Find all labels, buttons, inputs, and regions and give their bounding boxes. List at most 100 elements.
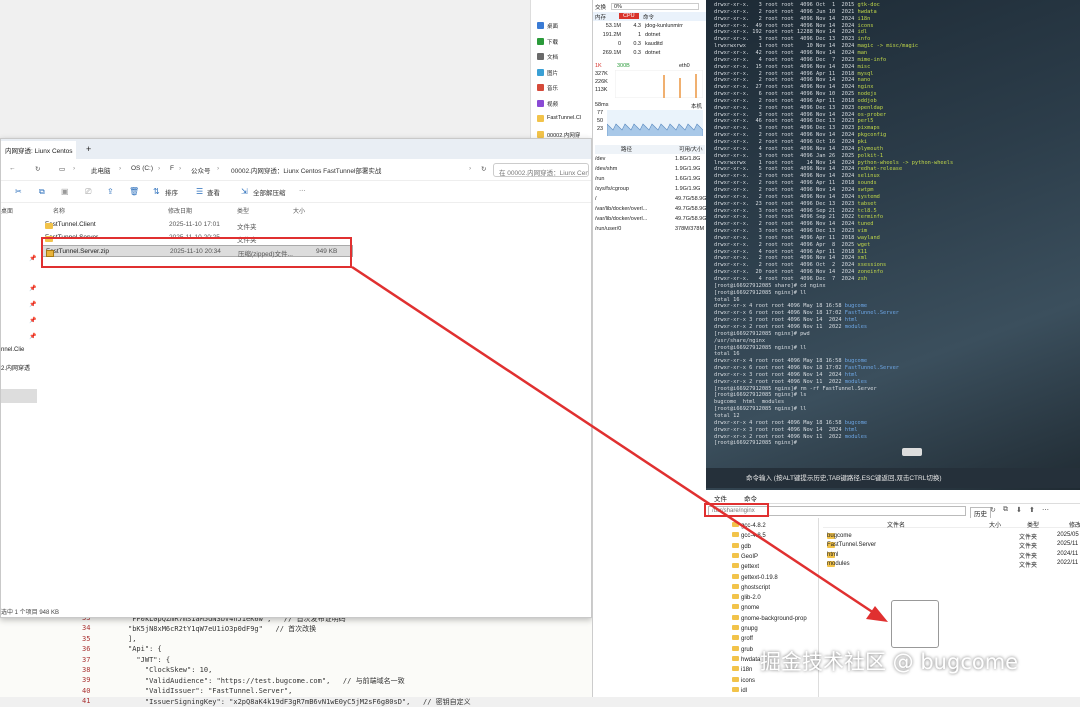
refresh-address-icon[interactable]: ↻ xyxy=(481,165,486,173)
col-type[interactable]: 类型 xyxy=(237,206,249,215)
tree-folder[interactable]: grub xyxy=(732,645,753,653)
terminal-line: drwxr-xr-x. 23 root root 4096 Dec 13 202… xyxy=(714,200,877,207)
address-bar[interactable]: ← ↻ ▭ › 此电脑 › OS (C:) › F › 公众号 › 00002.… xyxy=(1,159,591,181)
copy-icon[interactable]: ⧉ xyxy=(39,187,45,197)
tree-folder[interactable]: ghostscript xyxy=(732,583,770,591)
terminal-line: [root@i66927912085 nginx]# pwd xyxy=(714,330,810,337)
terminal-line: drwxr-xr-x. 2 root root 4096 Nov 14 2024… xyxy=(714,255,868,262)
command-input-hint[interactable]: 命令输入 (按ALT键提示历史,TAB键路径,ESC键返回,双击CTRL切换) xyxy=(706,468,1080,488)
tree-folder[interactable]: gnome-background-prop xyxy=(732,614,807,622)
tree-folder[interactable]: hwdata xyxy=(732,655,760,663)
tree-folder[interactable]: icons xyxy=(732,676,755,684)
tree-folder[interactable]: GeoIP xyxy=(732,552,758,560)
terminal-line: drwxr-xr-x. 5 root root 4096 Nov 14 2024… xyxy=(714,166,903,173)
nav-item-folder[interactable]: 2.内网穿透 xyxy=(1,363,30,372)
quick-access-item[interactable]: FastTunnel.Cl xyxy=(537,115,581,122)
tree-folder[interactable]: glib-2.0 xyxy=(732,594,761,601)
col-filesize[interactable]: 大小 xyxy=(989,520,1001,529)
fs-path: /run xyxy=(595,176,605,182)
col-size[interactable]: 大小 xyxy=(293,206,305,215)
tab-commands[interactable]: 命令 xyxy=(744,493,757,503)
new-tab-button[interactable]: + xyxy=(86,144,91,154)
remote-file-row[interactable]: bugcome 文件夹 2025/05 xyxy=(823,531,1080,541)
more-icon[interactable]: ⋯ xyxy=(1042,506,1049,514)
tree-folder[interactable]: idl xyxy=(732,686,747,694)
refresh-icon[interactable]: ↻ xyxy=(990,506,996,514)
mem-header[interactable]: 内存 xyxy=(595,13,606,21)
breadcrumb-2[interactable]: F xyxy=(170,165,174,172)
quick-access-item[interactable]: 桌面 xyxy=(537,22,558,30)
cut-icon[interactable]: ✂ xyxy=(15,187,22,196)
refresh-icon[interactable]: ↻ xyxy=(35,165,40,173)
terminal-line: total 16 xyxy=(714,296,740,303)
tree-folder[interactable]: gcc-4.8.2 xyxy=(732,522,766,529)
quick-access-item[interactable]: 图片 xyxy=(537,68,558,77)
quick-access-item[interactable]: 音乐 xyxy=(537,84,558,92)
code-line: "JWT": { xyxy=(128,655,171,664)
process-row[interactable]: 269.1M 0.3 dotnet xyxy=(593,49,707,58)
latency-host[interactable]: 本机 xyxy=(691,102,702,110)
folder-icon xyxy=(45,223,53,229)
tree-folder[interactable]: groff xyxy=(732,635,753,642)
more-button[interactable]: ··· xyxy=(299,187,306,194)
tree-folder[interactable]: gdb xyxy=(732,542,751,550)
back-icon[interactable]: ← xyxy=(9,165,16,172)
terminal-line: drwxr-xr-x 4 root root 4096 May 18 16:58… xyxy=(714,419,868,426)
explorer-tab[interactable]: 内网穿透: Liunx Centos xyxy=(1,141,76,159)
fs-path: /run/user/0 xyxy=(595,226,622,232)
pin-icon: 📌 xyxy=(29,256,37,262)
sort-button[interactable]: 排序 xyxy=(165,187,178,197)
quick-access-item[interactable]: 文档 xyxy=(537,53,558,61)
paste-icon[interactable]: ▣ xyxy=(61,187,69,196)
col-filename[interactable]: 文件名 xyxy=(887,520,905,529)
fs-row: /var/lib/docker/overl... 49.7G/58.9G xyxy=(595,206,707,215)
quick-access-item[interactable]: 视频 xyxy=(537,99,558,108)
tree-folder[interactable]: gnome xyxy=(732,604,759,611)
folder-icon xyxy=(732,686,739,692)
tree-folder[interactable]: gettext xyxy=(732,563,759,570)
tree-folder[interactable]: gettext-0.19.8 xyxy=(732,573,778,581)
col-name[interactable]: 名称 xyxy=(53,206,65,215)
tree-folder[interactable]: i18n xyxy=(732,666,752,673)
rename-icon[interactable]: ⎚ xyxy=(85,187,91,197)
breadcrumb-1[interactable]: OS (C:) xyxy=(131,165,153,172)
process-row[interactable]: 53.1M 4.3 jdog-kunlunmirr xyxy=(593,22,707,31)
fs-row: /dev 1.8G/1.8G xyxy=(595,156,705,165)
download-icon[interactable]: ⬇ xyxy=(1016,506,1022,514)
breadcrumb-4[interactable]: 00002.内网穿透：Liunx Centos FastTunnel部署实战 xyxy=(231,165,381,175)
view-button[interactable]: 查看 xyxy=(207,187,220,197)
col-modified[interactable]: 修改日期 xyxy=(168,206,192,215)
proc-cmd: dotnet xyxy=(645,50,661,56)
file-name[interactable]: FastTunnel.Client xyxy=(45,221,96,229)
search-input[interactable]: 在 00002.内网穿透：Liunx Cen xyxy=(493,163,589,177)
process-row[interactable]: 191.2M 1 dotnet xyxy=(593,31,707,40)
terminal-line: drwxr-xr-x. 2 root root 4096 Apr 8 2025 … xyxy=(714,241,871,248)
nav-selected-item[interactable] xyxy=(1,389,37,403)
cmd-header[interactable]: 命令 xyxy=(643,13,654,21)
delete-icon[interactable]: 🗑 xyxy=(129,187,139,196)
share-icon[interactable]: ⇪ xyxy=(107,187,114,196)
fs-path: /var/lib/docker/overl... xyxy=(595,206,648,212)
quick-access-item[interactable]: 下载 xyxy=(537,37,558,46)
cpu-header[interactable]: CPU xyxy=(619,13,639,19)
col-filemodified[interactable]: 修改 xyxy=(1069,520,1080,529)
breadcrumb-0[interactable]: 此电脑 xyxy=(91,165,111,175)
process-row[interactable]: 0 0.3 kauditd xyxy=(593,40,707,49)
nav-item-client[interactable]: nnel.Clie xyxy=(1,347,24,353)
terminal-line: [root@i66927912085 share]# cd nginx xyxy=(714,282,826,289)
tree-folder[interactable]: gnupg xyxy=(732,625,758,632)
extract-all-button[interactable]: 全部解压缩 xyxy=(253,187,286,197)
breadcrumb-3[interactable]: 公众号 xyxy=(191,165,211,175)
remote-file-row[interactable]: modules 文件夹 2022/11 xyxy=(823,559,1080,569)
copy-path-icon[interactable]: ⧉ xyxy=(1003,506,1008,514)
terminal-window[interactable]: drwxr-xr-x. 3 root root 4096 Oct 1 2015 … xyxy=(706,0,1080,490)
upload-icon[interactable]: ⬆ xyxy=(1029,506,1035,514)
remote-file-row[interactable]: FastTunnel.Server 文件夹 2025/11 xyxy=(823,540,1080,550)
tree-folder[interactable]: gcc-4.8.5 xyxy=(732,532,766,539)
col-filetype[interactable]: 类型 xyxy=(1027,520,1039,529)
proc-mem: 53.1M xyxy=(605,23,621,29)
file-row[interactable]: FastTunnel.Client 2025-11-10 17:01 文件夹 xyxy=(41,219,353,231)
remote-file-row[interactable]: html 文件夹 2024/11 xyxy=(823,550,1080,560)
terminal-tool-icons[interactable] xyxy=(902,448,922,456)
iface-select[interactable]: eth0 xyxy=(679,63,690,69)
